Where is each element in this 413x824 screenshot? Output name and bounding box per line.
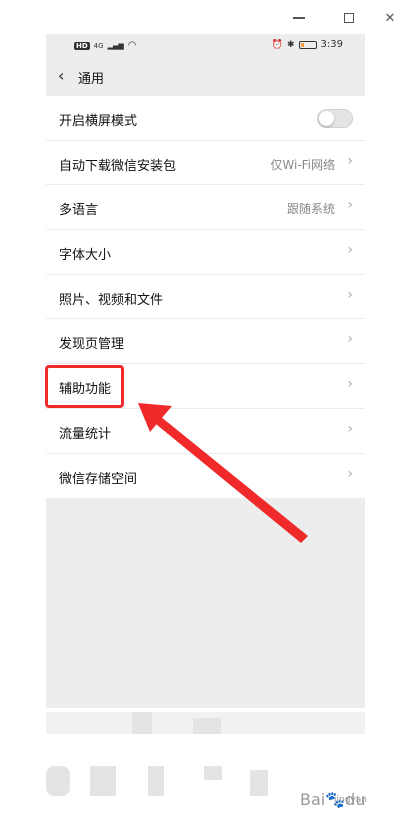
watermark-sub: jingyan [334,795,367,805]
blurred-tile [193,718,221,734]
blurred-tile [90,766,116,796]
blurred-tile [250,770,268,796]
annotation-arrow [138,403,308,543]
blurred-tile [148,766,164,796]
watermark-text: Bai [300,790,326,809]
blurred-tile [132,712,152,734]
blurred-tile [204,766,222,780]
blurred-tile [46,766,70,796]
